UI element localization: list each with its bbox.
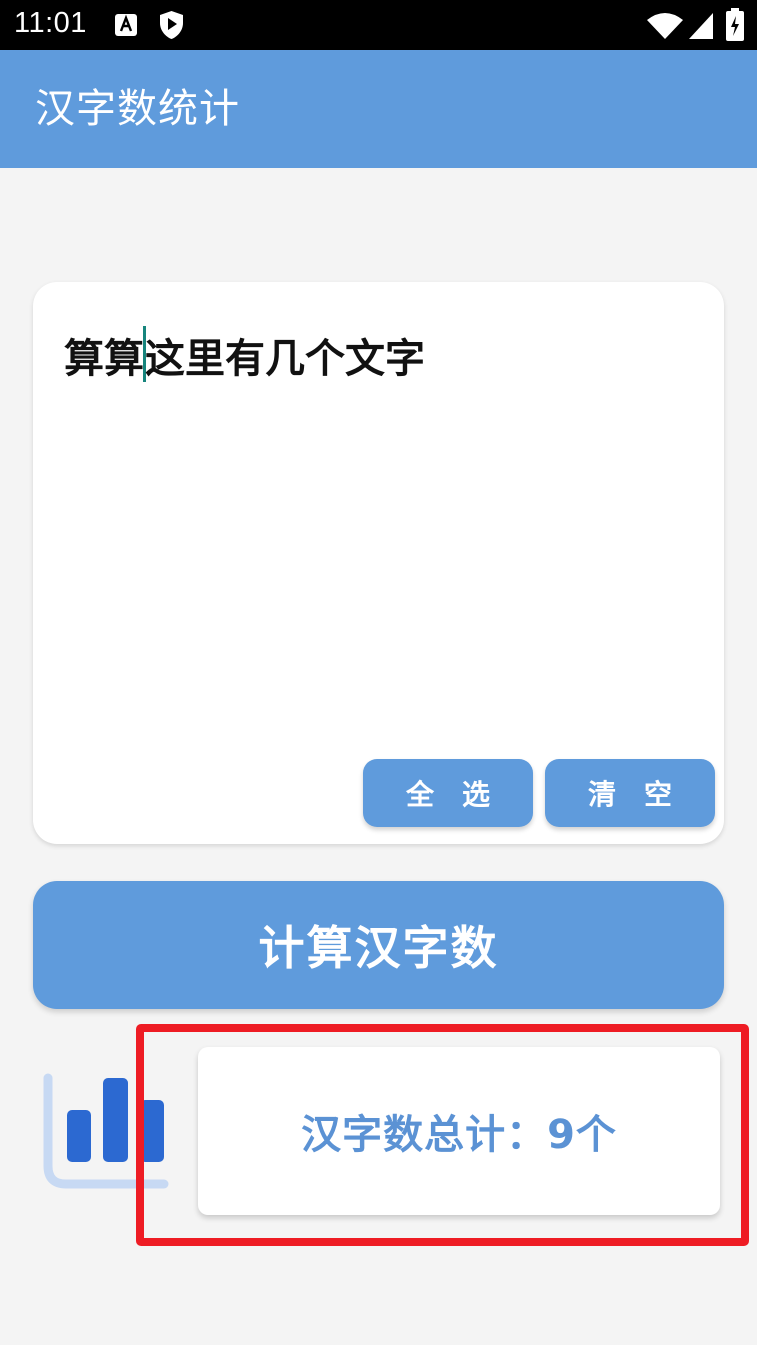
result-text: 汉字数总计：9个: [301, 1112, 617, 1158]
battery-icon: [726, 8, 744, 41]
select-all-button[interactable]: 全选: [363, 759, 533, 827]
a-notification-icon: [115, 14, 137, 36]
clear-button[interactable]: 清空: [545, 759, 715, 827]
text-input-card: 算算这里有几个文字 全选 清空: [33, 282, 724, 844]
shield-play-icon: [160, 11, 183, 39]
wifi-icon: [647, 13, 683, 39]
text-before-cursor: 算算: [64, 336, 144, 382]
app-title: 汉字数统计: [35, 86, 240, 132]
app-bar: 汉字数统计: [0, 50, 757, 168]
status-time: 11:01: [14, 7, 87, 39]
calculate-button[interactable]: 计算汉字数: [33, 881, 724, 1009]
status-bar: 11:01: [0, 0, 757, 50]
signal-icon: [689, 13, 713, 39]
text-input-field[interactable]: 算算这里有几个文字: [64, 326, 425, 383]
text-after-cursor: 这里有几个文字: [145, 336, 425, 382]
result-card: 汉字数总计：9个: [198, 1047, 720, 1215]
